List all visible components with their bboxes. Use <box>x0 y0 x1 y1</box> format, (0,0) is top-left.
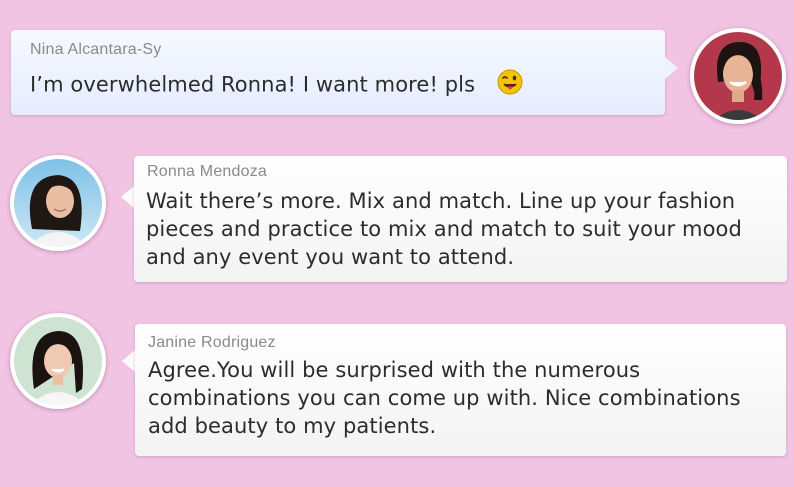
avatar-nina[interactable] <box>690 28 786 124</box>
message-line: pieces and practice to mix and match to … <box>146 217 742 241</box>
bubble-tail <box>665 57 678 79</box>
message-line: combinations you can come up with. Nice … <box>148 386 741 410</box>
message-line: and any event you want to attend. <box>146 245 515 269</box>
message-text-content: I’m overwhelmed Ronna! I want more! pls <box>30 72 476 97</box>
sender-name: Janine Rodriguez <box>148 334 276 351</box>
avatar-photo <box>14 159 102 247</box>
message-text: Agree.You will be surprised with the num… <box>148 356 741 440</box>
message-line: Wait there’s more. Mix and match. Line u… <box>146 189 736 213</box>
sender-name: Nina Alcantara-Sy <box>30 41 162 58</box>
avatar-janine[interactable] <box>10 313 106 409</box>
tongue-out-winking-emoji-icon <box>497 69 523 102</box>
message-text: Wait there’s more. Mix and match. Line u… <box>146 187 742 271</box>
bubble-tail <box>121 186 134 208</box>
message-text: I’m overwhelmed Ronna! I want more! pls <box>30 69 523 102</box>
message-line: Agree.You will be surprised with the num… <box>148 358 641 382</box>
avatar-photo <box>14 317 102 405</box>
sender-name: Ronna Mendoza <box>147 163 268 180</box>
avatar-ronna[interactable] <box>10 155 106 251</box>
message-line: add beauty to my patients. <box>148 414 437 438</box>
avatar-photo <box>694 32 782 120</box>
bubble-tail <box>122 350 135 372</box>
